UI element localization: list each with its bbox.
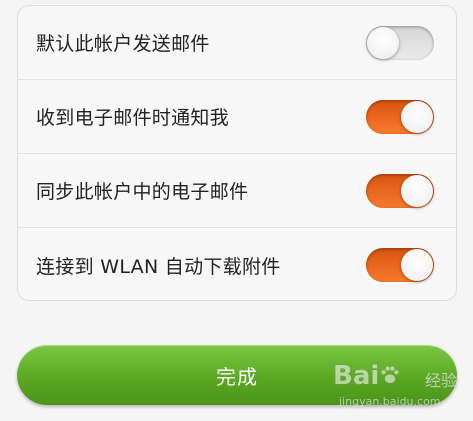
setting-row-sync[interactable]: 同步此帐户中的电子邮件 — [18, 154, 456, 228]
setting-label-default-send: 默认此帐户发送邮件 — [36, 33, 210, 55]
watermark-brand-suffix: 经验 — [425, 371, 458, 390]
settings-card: 默认此帐户发送邮件 收到电子邮件时通知我 同步此帐户中的电子邮件 连接到 WLA… — [17, 5, 457, 301]
toggle-knob — [367, 26, 399, 59]
notify-toggle[interactable] — [366, 99, 434, 134]
setting-label-sync: 同步此帐户中的电子邮件 — [36, 181, 249, 203]
watermark-url: jingyan.baidu.com — [339, 395, 441, 408]
account-settings-screen: 默认此帐户发送邮件 收到电子邮件时通知我 同步此帐户中的电子邮件 连接到 WLA… — [0, 0, 473, 421]
watermark-brand-prefix: Bai — [333, 361, 380, 391]
toggle-knob — [401, 174, 433, 207]
setting-row-wlan-download[interactable]: 连接到 WLAN 自动下载附件 — [18, 228, 456, 300]
setting-label-wlan-download: 连接到 WLAN 自动下载附件 — [36, 255, 281, 278]
toggle-knob — [401, 100, 433, 133]
baidu-paw-icon — [381, 365, 400, 384]
setting-row-default-send[interactable]: 默认此帐户发送邮件 — [18, 6, 456, 80]
wlan-download-toggle[interactable] — [366, 248, 434, 282]
toggle-knob — [401, 249, 433, 281]
watermark-brand: Bai — [333, 361, 401, 391]
done-button-label: 完成 — [216, 364, 258, 389]
baidu-jingyan-watermark: Bai 经验 jingyan.baidu.com — [333, 361, 461, 415]
default-send-toggle[interactable] — [366, 25, 434, 60]
sync-toggle[interactable] — [366, 173, 434, 208]
setting-label-notify: 收到电子邮件时通知我 — [36, 107, 230, 129]
setting-row-notify[interactable]: 收到电子邮件时通知我 — [18, 80, 456, 154]
